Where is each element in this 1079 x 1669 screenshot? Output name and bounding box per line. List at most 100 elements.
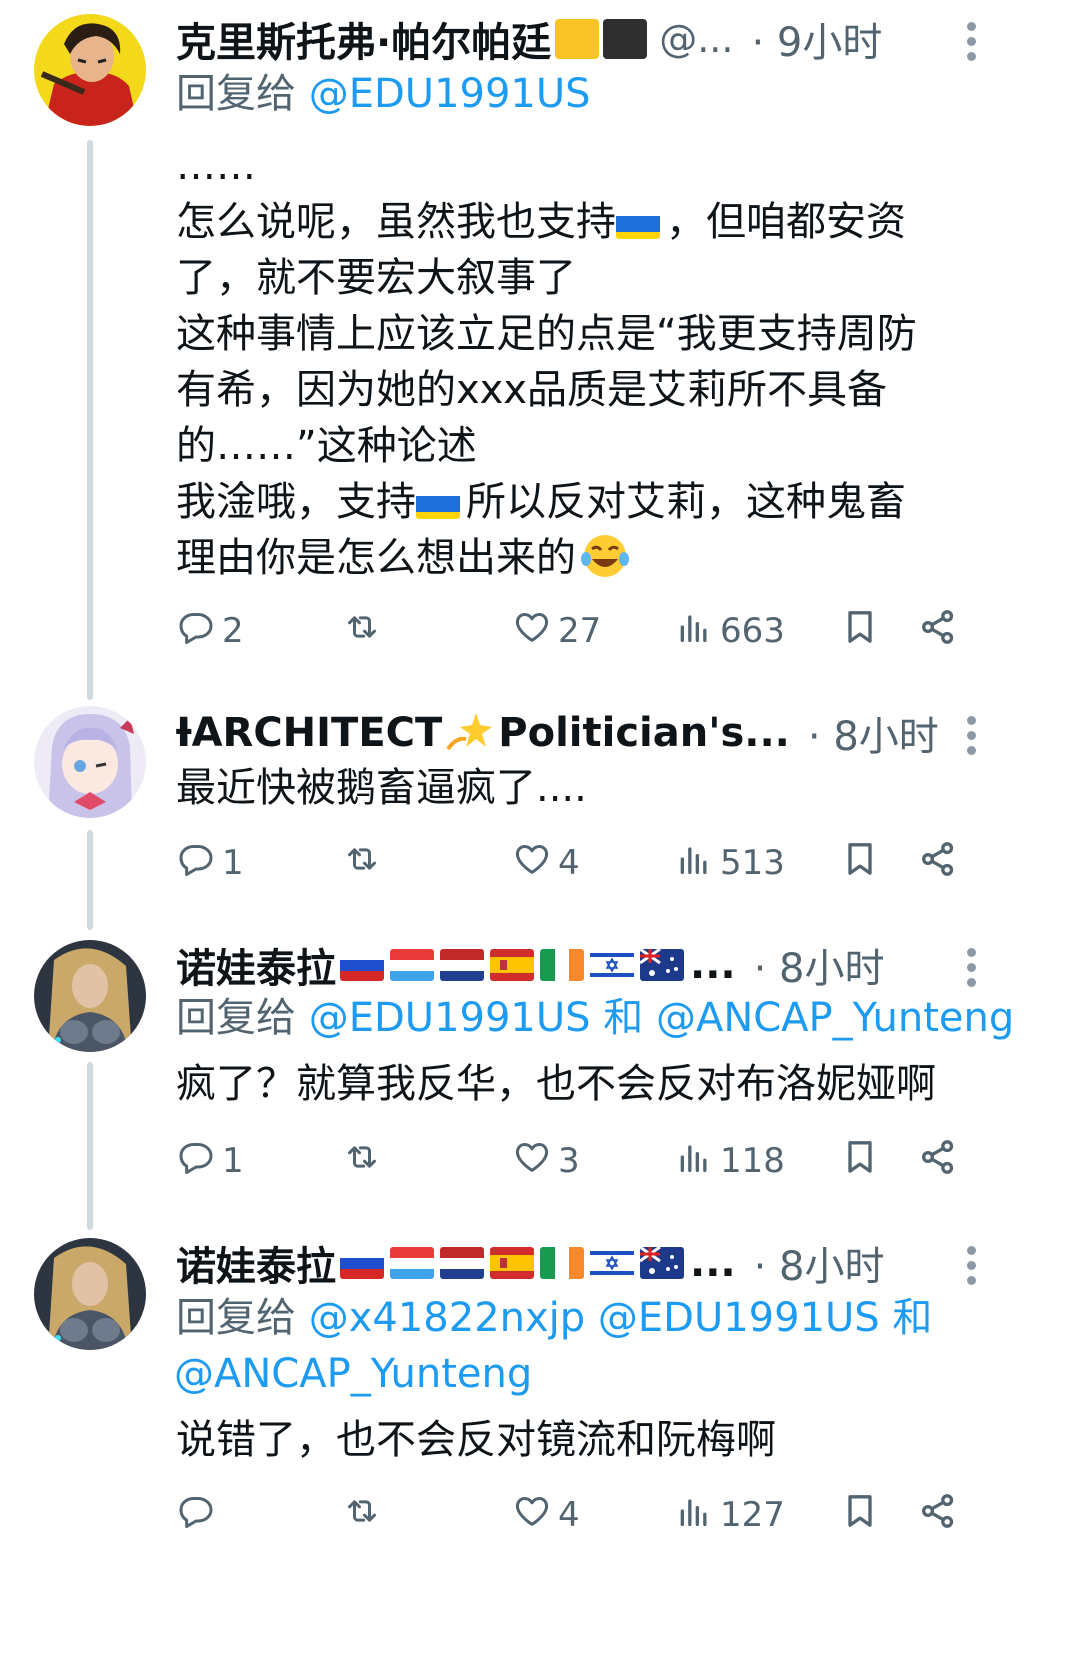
mention-link[interactable]: @ANCAP_Yunteng <box>174 1351 532 1397</box>
heart-icon <box>512 1137 552 1186</box>
heart-icon <box>512 1491 552 1540</box>
retweet-button[interactable] <box>342 838 382 888</box>
reply-bubble-icon <box>176 607 216 656</box>
retweet-icon <box>342 607 382 656</box>
like-button[interactable]: 4 <box>512 838 580 888</box>
user-handle[interactable]: @... <box>659 17 733 61</box>
avatar[interactable] <box>34 14 146 126</box>
share-icon <box>918 607 958 656</box>
mention-link[interactable]: @EDU1991US 和 @ANCAP_Yunteng <box>309 995 1015 1041</box>
like-count: 4 <box>558 1495 580 1535</box>
timestamp[interactable]: · 9小时 <box>751 10 882 68</box>
text-line: 了，就不要宏大叙事了 <box>176 255 576 301</box>
mention-link[interactable]: @EDU1991US <box>309 71 591 117</box>
reply-prefix: 回复给 <box>176 995 296 1041</box>
israel-flag-emoji <box>590 949 634 981</box>
more-dots-icon[interactable] <box>965 1246 977 1286</box>
bookmark-button[interactable] <box>840 1490 880 1540</box>
like-button[interactable]: 3 <box>512 1136 580 1186</box>
reply-context-2: @ANCAP_Yunteng <box>174 1346 532 1402</box>
retweet-button[interactable] <box>342 606 382 656</box>
views-button[interactable]: 513 <box>674 838 785 888</box>
reply-button[interactable]: 2 <box>176 606 244 656</box>
action-bar: 2 27 663 <box>176 606 966 656</box>
timestamp[interactable]: · 8小时 <box>754 1234 885 1292</box>
tweet[interactable]: ƗARCHITECT Politician's... · 8小时 最近快被鹅畜逼… <box>0 690 1079 930</box>
retweet-icon <box>342 1491 382 1540</box>
more-dots-icon[interactable] <box>965 22 977 62</box>
more-dots-icon[interactable] <box>965 716 977 756</box>
bookmark-button[interactable] <box>840 1136 880 1186</box>
retweet-icon <box>342 1137 382 1186</box>
mention-link[interactable]: @x41822nxjp @EDU1991US 和 <box>309 1295 933 1341</box>
share-button[interactable] <box>918 838 958 888</box>
like-count: 27 <box>558 611 602 651</box>
bookmark-button[interactable] <box>840 606 880 656</box>
avatar[interactable] <box>34 706 146 818</box>
more-dots-icon[interactable] <box>965 948 977 988</box>
flag-row <box>340 949 690 981</box>
display-name[interactable]: 诺娃泰拉 <box>176 1234 336 1292</box>
black-square-emoji <box>603 19 648 59</box>
tweet[interactable]: 诺娃泰拉 ... · 8小时 回复给 @x41822nxjp @EDU1991U… <box>0 1230 1079 1669</box>
share-icon <box>918 1491 958 1540</box>
text-line: 说错了，也不会反对镜流和阮梅啊 <box>176 1417 776 1463</box>
text-line: 有希，因为她的xxx品质是艾莉所不具备 <box>176 367 888 413</box>
share-button[interactable] <box>918 1136 958 1186</box>
bookmark-icon <box>840 1491 880 1540</box>
timestamp[interactable]: · 8小时 <box>754 936 885 994</box>
display-name[interactable]: ƗARCHITECT <box>176 710 442 756</box>
tweet[interactable]: 克里斯托弗·帕尔帕廷 @... · 9小时 回复给 @EDU1991US …… … <box>0 0 1079 690</box>
bookmark-icon <box>840 1137 880 1186</box>
russia-flag-emoji <box>340 1247 384 1279</box>
share-button[interactable] <box>918 1490 958 1540</box>
israel-flag-emoji <box>590 1247 634 1279</box>
display-name[interactable]: 克里斯托弗·帕尔帕廷 <box>176 10 551 68</box>
tweet[interactable]: 诺娃泰拉 ... · 8小时 回复给 @EDU1991US 和 @ANCAP_Y… <box>0 930 1079 1230</box>
netherlands-flag-emoji <box>440 1247 484 1279</box>
reply-prefix: 回复给 <box>176 1295 296 1341</box>
russia-flag-emoji <box>340 949 384 981</box>
display-name-tail[interactable]: ... <box>690 942 736 988</box>
reply-bubble-icon <box>176 1137 216 1186</box>
like-count: 3 <box>558 1141 580 1181</box>
display-name[interactable]: 诺娃泰拉 <box>176 936 336 994</box>
tweet-text: 疯了？就算我反华，也不会反对布洛妮娅啊 <box>176 1056 976 1112</box>
timestamp[interactable]: · 8小时 <box>808 704 939 762</box>
luxembourg-flag-emoji <box>390 1247 434 1279</box>
avatar[interactable] <box>34 1238 146 1350</box>
text-line: 这种事情上应该立足的点是“我更支持周防 <box>176 311 917 357</box>
share-icon <box>918 1137 958 1186</box>
retweet-button[interactable] <box>342 1490 382 1540</box>
australia-flag-emoji <box>640 949 684 981</box>
reply-button[interactable] <box>176 1490 222 1540</box>
reply-context: 回复给 @EDU1991US 和 @ANCAP_Yunteng <box>176 990 1014 1046</box>
reply-prefix: 回复给 <box>176 71 296 117</box>
reply-bubble-icon <box>176 1491 216 1540</box>
display-name-tail[interactable]: Politician's... <box>498 710 790 756</box>
share-button[interactable] <box>918 606 958 656</box>
views-button[interactable]: 127 <box>674 1490 785 1540</box>
reply-button[interactable]: 1 <box>176 1136 244 1186</box>
retweet-button[interactable] <box>342 1136 382 1186</box>
views-button[interactable]: 118 <box>674 1136 785 1186</box>
avatar[interactable] <box>34 940 146 1052</box>
view-count: 663 <box>720 611 785 651</box>
like-button[interactable]: 4 <box>512 1490 580 1540</box>
reply-count: 1 <box>222 1141 244 1181</box>
action-bar: 4 127 <box>176 1490 966 1540</box>
action-bar: 1 3 118 <box>176 1136 966 1186</box>
reply-button[interactable]: 1 <box>176 838 244 888</box>
luxembourg-flag-emoji <box>390 949 434 981</box>
ukraine-flag-emoji <box>616 207 660 239</box>
text-line: 疯了？就算我反华，也不会反对布洛妮娅啊 <box>176 1061 936 1107</box>
reply-bubble-icon <box>176 839 216 888</box>
display-name-tail[interactable]: ... <box>690 1240 736 1286</box>
reply-count: 2 <box>222 611 244 651</box>
yellow-square-emoji <box>555 19 600 59</box>
bookmark-button[interactable] <box>840 838 880 888</box>
text-line: …… <box>176 143 256 189</box>
ukraine-flag-emoji <box>416 487 460 519</box>
like-button[interactable]: 27 <box>512 606 601 656</box>
views-button[interactable]: 663 <box>674 606 785 656</box>
